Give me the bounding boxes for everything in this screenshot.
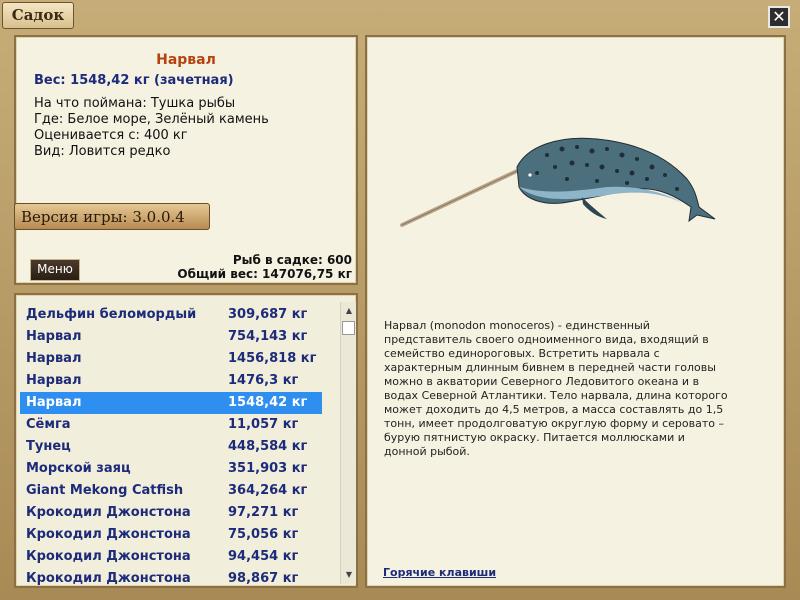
fish-row-weight: 754,143 кг	[228, 329, 308, 344]
detail-valued-from: Оценивается с: 400 кг	[34, 128, 188, 143]
close-button[interactable]: ✕	[768, 6, 790, 28]
fish-row-name: Крокодил Джонстона	[26, 505, 191, 520]
list-row[interactable]: Крокодил Джонстона 98,867 кг	[20, 568, 322, 586]
fish-row-name: Сёмга	[26, 417, 71, 432]
list-row[interactable]: Нарвал 754,143 кг	[20, 326, 322, 348]
list-row[interactable]: Нарвал 1548,42 кг	[20, 392, 322, 414]
description-panel: Нарвал (monodon monoceros) - единственны…	[365, 35, 786, 588]
fish-row-name: Крокодил Джонстона	[26, 571, 191, 586]
fish-row-weight: 1456,818 кг	[228, 351, 317, 366]
list-row[interactable]: Тунец 448,584 кг	[20, 436, 322, 458]
game-version-badge: Версия игры: 3.0.0.4	[14, 203, 210, 230]
list-row[interactable]: Giant Mekong Catfish 364,264 кг	[20, 480, 322, 502]
fish-row-weight: 75,056 кг	[228, 527, 299, 542]
fish-row-weight: 364,264 кг	[228, 483, 308, 498]
fish-weight: Вес: 1548,42 кг (зачетная)	[34, 73, 234, 88]
fish-row-name: Тунец	[26, 439, 71, 454]
menu-button[interactable]: Меню	[30, 259, 80, 281]
fish-row-weight: 97,271 кг	[228, 505, 299, 520]
total-weight: Общий вес: 147076,75 кг	[177, 267, 352, 281]
fish-description: Нарвал (monodon monoceros) - единственны…	[384, 319, 728, 458]
list-row[interactable]: Сёмга 11,057 кг	[20, 414, 322, 436]
list-row[interactable]: Морской заяц 351,903 кг	[20, 458, 322, 480]
list-row[interactable]: Крокодил Джонстона 97,271 кг	[20, 502, 322, 524]
hotkeys-link[interactable]: Горячие клавиши	[383, 566, 496, 579]
fish-row-weight: 1476,3 кг	[228, 373, 299, 388]
list-scrollbar[interactable]: ▲ ▼	[340, 302, 356, 584]
fish-row-name: Нарвал	[26, 373, 82, 388]
fish-row-weight: 1548,42 кг	[228, 395, 308, 410]
list-row[interactable]: Крокодил Джонстона 94,454 кг	[20, 546, 322, 568]
fish-row-weight: 309,687 кг	[228, 307, 308, 322]
fish-row-name: Крокодил Джонстона	[26, 549, 191, 564]
detail-bait: На что поймана: Тушка рыбы	[34, 96, 236, 111]
scroll-up-icon[interactable]: ▲	[341, 304, 356, 318]
fish-row-weight: 98,867 кг	[228, 571, 299, 586]
fish-info-panel: Нарвал Вес: 1548,42 кг (зачетная) На что…	[14, 35, 358, 285]
fish-row-name: Giant Mekong Catfish	[26, 483, 184, 498]
fish-name: Нарвал	[156, 52, 216, 68]
fish-list: Дельфин беломордый 309,687 кг Нарвал 754,14…	[20, 304, 322, 586]
window-title: Садок	[2, 2, 74, 29]
fish-row-name: Нарвал	[26, 395, 82, 410]
detail-rarity: Вид: Ловится редко	[34, 144, 171, 159]
fish-row-name: Дельфин беломордый	[26, 307, 197, 322]
window-frame: Садок ✕ Нарвал Вес: 1548,42 кг (зачетная…	[0, 0, 800, 600]
fish-row-weight: 351,903 кг	[228, 461, 308, 476]
list-row[interactable]: Нарвал 1456,818 кг	[20, 348, 322, 370]
fish-list-panel: Дельфин беломордый 309,687 кг Нарвал 754,14…	[14, 293, 358, 588]
list-row[interactable]: Дельфин беломордый 309,687 кг	[20, 304, 322, 326]
scroll-thumb[interactable]	[342, 321, 355, 335]
scroll-down-icon[interactable]: ▼	[341, 568, 356, 582]
list-row[interactable]: Нарвал 1476,3 кг	[20, 370, 322, 392]
fish-row-name: Нарвал	[26, 351, 82, 366]
fish-row-name: Крокодил Джонстона	[26, 527, 191, 542]
fish-row-weight: 94,454 кг	[228, 549, 299, 564]
fish-row-weight: 448,584 кг	[228, 439, 308, 454]
detail-location: Где: Белое море, Зелёный камень	[34, 112, 269, 127]
fish-row-name: Морской заяц	[26, 461, 131, 476]
close-icon: ✕	[772, 7, 786, 26]
fish-row-name: Нарвал	[26, 329, 82, 344]
narwhal-image	[400, 137, 716, 227]
list-row[interactable]: Крокодил Джонстона 75,056 кг	[20, 524, 322, 546]
fish-row-weight: 11,057 кг	[228, 417, 299, 432]
fish-count: Рыб в садке: 600	[232, 253, 352, 267]
